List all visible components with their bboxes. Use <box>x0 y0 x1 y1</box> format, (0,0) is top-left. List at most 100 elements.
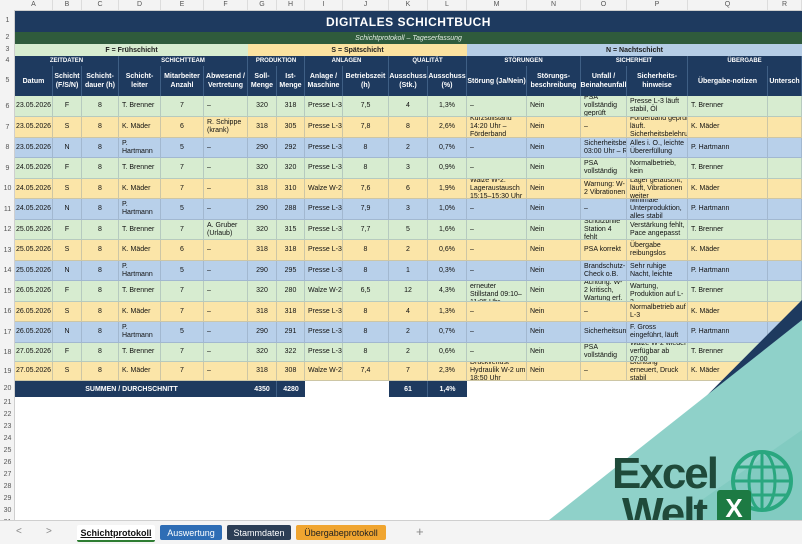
table-cell[interactable]: T. Brenner <box>688 220 768 240</box>
table-cell[interactable]: A. Gruber (Urlaub) <box>204 220 248 240</box>
table-cell[interactable]: F. Gross eingeführt, läuft <box>627 322 688 343</box>
table-cell[interactable]: Nein <box>527 261 581 281</box>
column-letter[interactable]: P <box>627 0 688 10</box>
table-cell[interactable]: Walze W-2: Lageraustausch 15:15–15:30 Uh… <box>467 179 527 199</box>
table-cell[interactable]: T. Brenner <box>119 343 161 362</box>
table-cell[interactable]: N <box>53 261 82 281</box>
table-cell[interactable]: 0,6% <box>428 240 467 261</box>
table-cell[interactable]: 290 <box>248 199 277 220</box>
table-cell[interactable]: F <box>53 220 82 240</box>
table-cell[interactable]: 4,3% <box>428 281 467 302</box>
table-cell[interactable]: K. Mäder <box>688 179 768 199</box>
add-sheet-button[interactable]: + <box>416 524 424 539</box>
table-cell[interactable]: Alles i. O., leichte Übererfüllung <box>627 138 688 158</box>
table-cell[interactable]: 2,3% <box>428 362 467 381</box>
column-letter[interactable]: L <box>428 0 467 10</box>
table-cell[interactable]: 26.05.2026 <box>15 281 53 302</box>
table-cell[interactable]: 0,3% <box>428 261 467 281</box>
table-cell[interactable]: 8 <box>82 302 119 322</box>
table-cell[interactable]: S <box>53 117 82 138</box>
table-cell[interactable]: 23.05.2026 <box>15 138 53 158</box>
table-cell[interactable]: Nein <box>527 343 581 362</box>
table-cell[interactable]: Presse L-3 <box>305 220 343 240</box>
table-cell[interactable]: Lager getauscht, läuft, Vibrationen weit… <box>627 179 688 199</box>
table-cell[interactable]: 8 <box>343 240 389 261</box>
table-cell[interactable]: T. Brenner <box>119 281 161 302</box>
tab-auswertung[interactable]: Auswertung <box>160 525 222 540</box>
table-cell[interactable]: 1,3% <box>428 96 467 117</box>
table-cell[interactable]: K. Mäder <box>119 302 161 322</box>
table-cell[interactable]: 288 <box>277 199 305 220</box>
table-cell[interactable]: P. Hartmann <box>119 138 161 158</box>
table-cell[interactable]: F <box>53 281 82 302</box>
table-cell[interactable]: K. Mäder <box>119 117 161 138</box>
table-cell[interactable]: PSA korrekt <box>581 240 627 261</box>
table-cell[interactable]: Presse L-3 <box>305 240 343 261</box>
table-cell[interactable]: Sehr ruhige Nacht, leichte <box>627 261 688 281</box>
table-cell[interactable]: Presse L-3 <box>305 302 343 322</box>
table-cell[interactable]: – <box>581 362 627 381</box>
table-cell[interactable] <box>768 302 802 322</box>
table-cell[interactable]: Walze W-2 erneuter Stillstand 09:10–11:0… <box>467 281 527 302</box>
table-cell[interactable]: 320 <box>248 220 277 240</box>
column-letter[interactable]: K <box>389 0 428 10</box>
table-cell[interactable]: K. Mäder <box>119 362 161 381</box>
table-cell[interactable]: 27.05.2026 <box>15 362 53 381</box>
table-cell[interactable]: T. Brenner <box>688 343 768 362</box>
table-cell[interactable]: Nein <box>527 240 581 261</box>
table-cell[interactable]: Presse L-3 <box>305 322 343 343</box>
table-cell[interactable]: 8 <box>82 138 119 158</box>
table-cell[interactable]: Presse L-3 <box>305 158 343 179</box>
row-number[interactable]: 2 <box>0 32 15 44</box>
table-cell[interactable]: 295 <box>277 261 305 281</box>
table-cell[interactable]: 1,0% <box>428 199 467 220</box>
table-cell[interactable]: Nein <box>527 302 581 322</box>
table-cell[interactable] <box>768 220 802 240</box>
table-cell[interactable]: Sicherheitsunterweisung <box>581 322 627 343</box>
column-letter[interactable]: J <box>343 0 389 10</box>
table-cell[interactable]: 7,7 <box>343 220 389 240</box>
table-cell[interactable]: – <box>467 302 527 322</box>
table-cell[interactable]: 7 <box>161 179 204 199</box>
table-cell[interactable]: 12 <box>389 281 428 302</box>
table-cell[interactable]: P. Hartmann <box>688 261 768 281</box>
table-cell[interactable]: T. Brenner <box>119 220 161 240</box>
table-cell[interactable]: – <box>204 96 248 117</box>
table-cell[interactable]: 8 <box>343 322 389 343</box>
row-number[interactable]: 17 <box>0 322 15 343</box>
row-number[interactable]: 6 <box>0 96 15 117</box>
table-cell[interactable] <box>768 261 802 281</box>
table-cell[interactable]: Presse L-3 läuft stabil, Öl <box>627 96 688 117</box>
table-cell[interactable]: 305 <box>277 117 305 138</box>
table-cell[interactable]: P. Hartmann <box>119 261 161 281</box>
column-letter[interactable]: F <box>204 0 248 10</box>
table-cell[interactable]: 8 <box>82 281 119 302</box>
table-cell[interactable]: Sicherheitsbelehrung 03:00 Uhr – R. <box>581 138 627 158</box>
row-number[interactable]: 28 <box>0 481 15 493</box>
table-cell[interactable]: Walze W-2 wieder verfügbar ab 07:00 <box>627 343 688 362</box>
table-cell[interactable]: Nein <box>527 158 581 179</box>
table-cell[interactable]: 7 <box>389 362 428 381</box>
table-cell[interactable]: 308 <box>277 362 305 381</box>
table-cell[interactable]: 3 <box>389 199 428 220</box>
table-cell[interactable]: F <box>53 96 82 117</box>
table-cell[interactable]: 25.05.2026 <box>15 220 53 240</box>
table-cell[interactable]: 8 <box>82 117 119 138</box>
table-cell[interactable]: Nein <box>527 96 581 117</box>
table-cell[interactable]: Presse L-3 <box>305 199 343 220</box>
table-cell[interactable]: K. Mäder <box>688 362 768 381</box>
row-number[interactable]: 29 <box>0 493 15 505</box>
table-cell[interactable]: 5 <box>161 322 204 343</box>
table-cell[interactable]: 8 <box>82 179 119 199</box>
table-cell[interactable]: 2 <box>389 322 428 343</box>
table-cell[interactable]: PSA vollständig <box>581 343 627 362</box>
table-cell[interactable]: Presse L-3 <box>305 96 343 117</box>
table-cell[interactable]: Nein <box>527 199 581 220</box>
table-cell[interactable]: 5 <box>389 220 428 240</box>
table-cell[interactable]: 1,3% <box>428 302 467 322</box>
table-cell[interactable] <box>768 362 802 381</box>
table-cell[interactable]: – <box>581 117 627 138</box>
table-cell[interactable]: N <box>53 322 82 343</box>
table-cell[interactable]: 26.05.2026 <box>15 302 53 322</box>
row-number[interactable]: 24 <box>0 433 15 445</box>
